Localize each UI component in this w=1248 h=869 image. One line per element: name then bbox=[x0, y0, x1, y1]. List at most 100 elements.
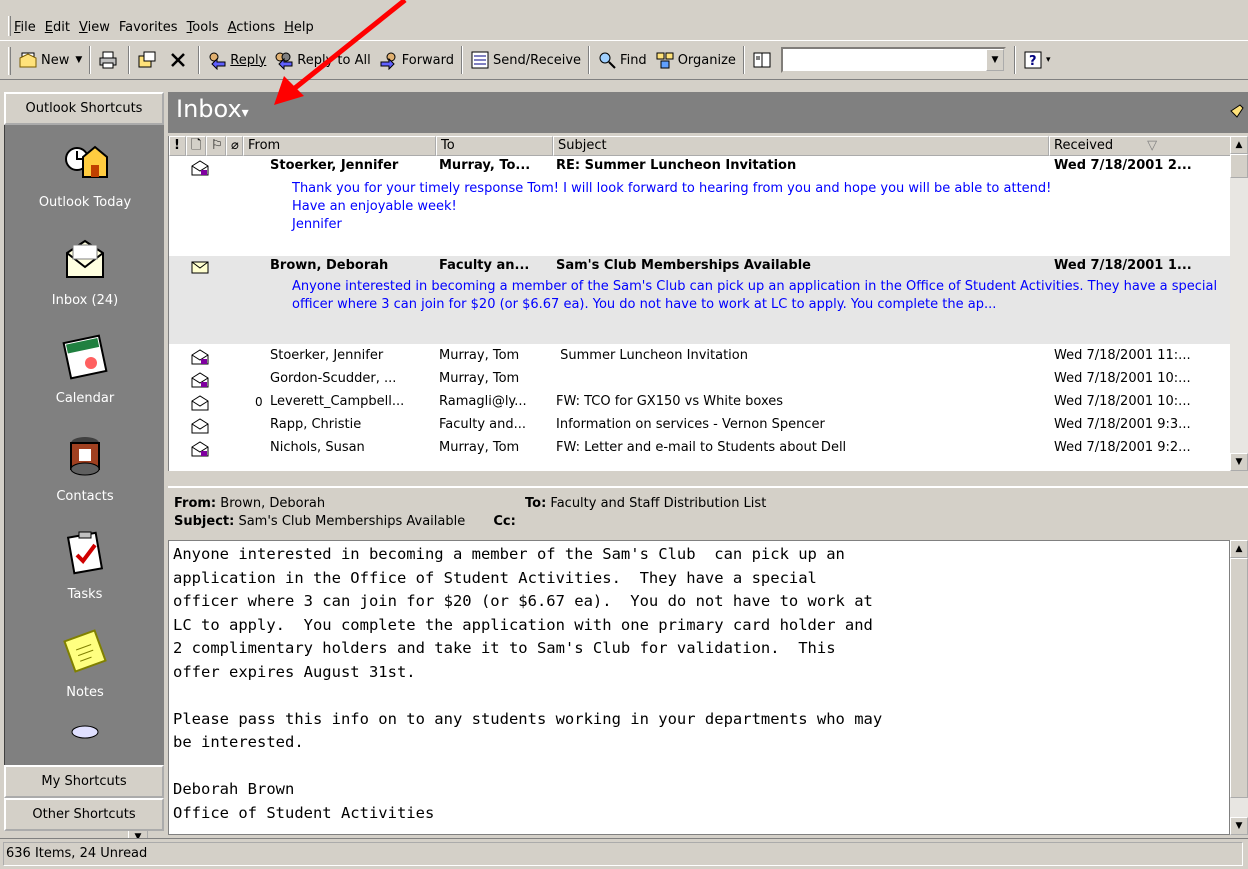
menu-edit[interactable]: Edit bbox=[45, 20, 70, 35]
group-my-shortcuts[interactable]: My Shortcuts bbox=[4, 765, 164, 798]
help-icon: ? bbox=[1023, 50, 1043, 70]
scroll-up-icon[interactable]: ▲ bbox=[1230, 136, 1248, 154]
pushpin-icon[interactable] bbox=[1228, 102, 1246, 120]
menu-view[interactable]: View bbox=[79, 20, 110, 35]
search-dropdown-arrow-icon[interactable]: ▼ bbox=[985, 49, 1004, 71]
column-header-icon[interactable]: 🗋 bbox=[186, 136, 206, 156]
group-outlook-shortcuts[interactable]: Outlook Shortcuts bbox=[4, 92, 164, 125]
message-received: Wed 7/18/2001 11:... bbox=[1054, 348, 1191, 363]
message-from: Leverett_Campbell... bbox=[270, 394, 405, 409]
list-item[interactable]: Stoerker, Jennifer Murray, Tom Summer Lu… bbox=[169, 348, 1230, 368]
message-subject: Summer Luncheon Invitation bbox=[556, 348, 748, 363]
message-received: Wed 7/18/2001 10:... bbox=[1054, 394, 1191, 409]
help-dropdown-arrow-icon[interactable]: ▾ bbox=[1046, 55, 1051, 65]
address-book-icon bbox=[752, 50, 772, 70]
menu-bar-grip[interactable] bbox=[8, 16, 11, 36]
delete-x-icon bbox=[168, 50, 188, 70]
unread-envelope-icon bbox=[191, 259, 209, 275]
list-item[interactable]: Stoerker, Jennifer Murray, To... RE: Sum… bbox=[169, 158, 1230, 266]
svg-text:?: ? bbox=[1029, 54, 1037, 69]
scroll-down-icon[interactable]: ▼ bbox=[1230, 817, 1248, 835]
status-bar: 636 Items, 24 Unread bbox=[0, 838, 1248, 869]
move-to-folder-button[interactable] bbox=[133, 46, 164, 74]
message-from: Stoerker, Jennifer bbox=[270, 348, 384, 363]
reading-pane-body[interactable]: Anyone interested in becoming a member o… bbox=[168, 540, 1230, 835]
list-item-selected[interactable]: Brown, Deborah Faculty an... Sam's Club … bbox=[169, 256, 1230, 344]
address-search-combo[interactable]: ▼ bbox=[780, 47, 1006, 73]
shortcut-tasks[interactable]: Tasks bbox=[5, 529, 165, 602]
list-item[interactable]: 0 Leverett_Campbell... Ramagli@ly... FW:… bbox=[169, 394, 1230, 414]
new-dropdown-arrow-icon[interactable]: ▼ bbox=[75, 55, 82, 65]
message-from: Rapp, Christie bbox=[270, 417, 362, 432]
delete-button[interactable] bbox=[164, 46, 195, 74]
message-subject: FW: TCO for GX150 vs White boxes bbox=[556, 394, 784, 409]
header-to: To: Faculty and Staff Distribution List bbox=[525, 496, 767, 511]
message-list-scrollbar[interactable]: ▲ ▼ bbox=[1230, 136, 1248, 471]
print-button[interactable] bbox=[94, 46, 125, 74]
group-other-shortcuts[interactable]: Other Shortcuts bbox=[4, 798, 164, 831]
reading-pane-scrollbar[interactable]: ▲ ▼ bbox=[1230, 540, 1248, 835]
column-header-to[interactable]: To bbox=[436, 136, 553, 156]
deleted-items-icon bbox=[70, 720, 100, 740]
shortcut-calendar[interactable]: Calendar bbox=[5, 333, 165, 406]
read-envelope-icon bbox=[191, 395, 209, 411]
menu-favorites[interactable]: Favorites bbox=[119, 20, 178, 35]
notes-icon bbox=[61, 627, 109, 675]
document-icon: 🗋 bbox=[191, 138, 202, 153]
scroll-thumb[interactable] bbox=[1230, 154, 1248, 178]
autopreview-text: Anyone interested in becoming a member o… bbox=[292, 279, 1218, 312]
menu-actions[interactable]: Actions bbox=[228, 20, 276, 35]
column-header-flag[interactable]: ⚐ bbox=[206, 136, 226, 156]
menu-bar: File Edit View Favorites Tools Actions H… bbox=[0, 0, 1248, 38]
calendar-icon bbox=[61, 333, 109, 381]
toolbar-separator bbox=[89, 46, 92, 74]
shortcut-outlook-today[interactable]: Outlook Today bbox=[5, 137, 165, 210]
message-to: Ramagli@ly... bbox=[439, 394, 527, 409]
shortcut-inbox[interactable]: Inbox (24) bbox=[5, 235, 165, 308]
shortcuts-panel: Outlook Today Inbox (24) Calendar Contac… bbox=[4, 125, 164, 767]
shortcut-more[interactable] bbox=[5, 720, 165, 740]
column-header-subject[interactable]: Subject bbox=[553, 136, 1049, 156]
message-received: Wed 7/18/2001 2... bbox=[1054, 158, 1192, 173]
scroll-thumb[interactable] bbox=[1230, 558, 1248, 798]
reply-button[interactable]: Reply bbox=[203, 46, 270, 74]
flag-icon: ⚐ bbox=[211, 138, 223, 153]
scroll-down-icon[interactable]: ▼ bbox=[1230, 453, 1248, 471]
send-receive-button[interactable]: Send/Receive bbox=[466, 46, 585, 74]
message-to: Murray, To... bbox=[439, 158, 531, 173]
organize-button[interactable]: Organize bbox=[651, 46, 740, 74]
column-header-importance[interactable]: ! bbox=[169, 136, 186, 156]
help-button[interactable]: ? ▾ bbox=[1019, 46, 1055, 74]
reply-icon bbox=[207, 50, 227, 70]
organize-icon bbox=[655, 50, 675, 70]
new-button[interactable]: New ▼ bbox=[14, 46, 86, 74]
list-item[interactable]: Gordon-Scudder, ... Murray, Tom Wed 7/18… bbox=[169, 371, 1230, 391]
find-icon bbox=[597, 50, 617, 70]
message-to: Faculty and... bbox=[439, 417, 527, 432]
standard-toolbar: New ▼ Reply Reply to All Forward Send/Re… bbox=[0, 40, 1248, 80]
address-book-button[interactable] bbox=[748, 46, 779, 74]
tasks-icon bbox=[61, 529, 109, 577]
menu-tools[interactable]: Tools bbox=[187, 20, 219, 35]
list-item[interactable]: Rapp, Christie Faculty and... Informatio… bbox=[169, 417, 1230, 437]
annotation-arrow-icon bbox=[274, 0, 407, 105]
message-subject: RE: Summer Luncheon Invitation bbox=[556, 158, 797, 173]
status-item-count: 636 Items, 24 Unread bbox=[3, 842, 1243, 866]
list-item[interactable]: Nichols, Susan Murray, Tom FW: Letter an… bbox=[169, 440, 1230, 460]
scroll-up-icon[interactable]: ▲ bbox=[1230, 540, 1248, 558]
header-subject: Subject: Sam's Club Memberships Availabl… bbox=[174, 514, 516, 529]
toolbar-grip[interactable] bbox=[8, 47, 11, 75]
shortcut-contacts[interactable]: Contacts bbox=[5, 431, 165, 504]
shortcut-notes[interactable]: Notes bbox=[5, 627, 165, 700]
column-header-attachment[interactable]: ⌀ bbox=[226, 136, 243, 156]
read-reply-envelope-icon bbox=[191, 441, 209, 457]
find-button[interactable]: Find bbox=[593, 46, 651, 74]
message-from: Brown, Deborah bbox=[270, 258, 389, 273]
toolbar-separator bbox=[742, 46, 745, 74]
message-received: Wed 7/18/2001 9:3... bbox=[1054, 417, 1191, 432]
menu-file[interactable]: File bbox=[14, 20, 36, 35]
folder-title-dropdown[interactable]: Inbox▾ bbox=[176, 95, 249, 123]
column-header-received[interactable]: Received ▽ bbox=[1049, 136, 1230, 156]
message-to: Murray, Tom bbox=[439, 371, 520, 386]
column-header-from[interactable]: From bbox=[243, 136, 436, 156]
